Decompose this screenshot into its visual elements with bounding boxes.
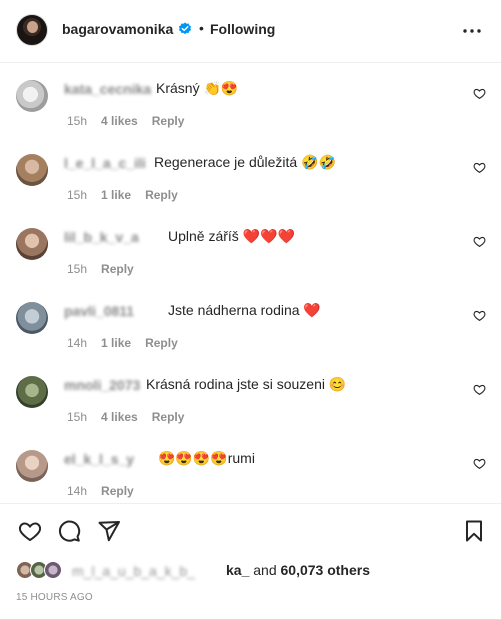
like-comment-heart-icon[interactable] — [473, 235, 486, 248]
commenter-handle[interactable]: el_k_l_s_y — [64, 451, 134, 467]
comment-time: 15h — [67, 262, 88, 276]
save-bookmark-icon[interactable] — [462, 519, 486, 543]
comment-likes[interactable]: 1 like — [101, 188, 131, 202]
author-username[interactable]: bagarovamonika — [62, 21, 173, 37]
comment-item: lil_b_k_v_a Uplně záříš ❤️❤️❤️ 15h Reply — [0, 211, 501, 285]
commenter-avatar[interactable] — [16, 228, 48, 260]
comment-meta: 15h 4 likes Reply — [67, 410, 198, 424]
comment-text: Krásný 👏😍 — [156, 80, 239, 96]
comment-item: pavli_0811 Jste nádherna rodina ❤️ 14h 1 … — [0, 285, 501, 359]
commenter-avatar[interactable] — [16, 80, 48, 112]
liked-by-username[interactable]: ka_ — [226, 562, 249, 578]
liked-by-avatars[interactable] — [16, 561, 68, 579]
author-avatar[interactable] — [16, 14, 48, 46]
following-button[interactable]: Following — [210, 21, 275, 37]
comment-time: 15h — [67, 114, 88, 128]
comment-text: 😍😍😍😍rumi — [158, 450, 255, 466]
post-timestamp[interactable]: 15 HOURS AGO — [16, 592, 93, 603]
verified-badge-icon — [179, 22, 191, 35]
reply-button[interactable]: Reply — [152, 410, 185, 424]
like-heart-icon[interactable] — [18, 519, 42, 543]
comment-meta: 15h 4 likes Reply — [67, 114, 198, 128]
commenter-avatar[interactable] — [16, 154, 48, 186]
comment-time: 15h — [67, 410, 88, 424]
comment-likes[interactable]: 1 like — [101, 336, 131, 350]
commenter-handle[interactable]: l_e_l_a_c_ili — [64, 155, 146, 171]
liker-avatar — [44, 561, 62, 579]
post-comments-panel: bagarovamonika • Following kata_cecnika … — [0, 0, 502, 620]
commenter-avatar[interactable] — [16, 450, 48, 482]
comment-text: Jste nádherna rodina ❤️ — [168, 302, 321, 318]
commenter-avatar[interactable] — [16, 302, 48, 334]
comment-time: 14h — [67, 484, 88, 498]
comment-meta: 14h Reply — [67, 484, 148, 498]
comment-time: 14h — [67, 336, 88, 350]
comment-item: kata_cecnika Krásný 👏😍 15h 4 likes Reply — [0, 63, 501, 137]
comment-bubble-icon[interactable] — [57, 519, 81, 543]
liked-by-text: ka_ and 60,073 others — [226, 562, 370, 578]
comment-time: 15h — [67, 188, 88, 202]
liked-by-and: and — [249, 562, 281, 578]
comment-meta: 15h 1 like Reply — [67, 188, 192, 202]
like-comment-heart-icon[interactable] — [473, 161, 486, 174]
share-send-icon[interactable] — [97, 519, 121, 543]
commenter-handle[interactable]: mnoli_2073 — [64, 377, 140, 393]
comment-meta: 15h Reply — [67, 262, 148, 276]
like-comment-heart-icon[interactable] — [473, 309, 486, 322]
comment-likes[interactable]: 4 likes — [101, 114, 138, 128]
comment-item: mnoli_2073 Krásná rodina jste si souzeni… — [0, 359, 501, 433]
post-header: bagarovamonika • Following — [0, 0, 501, 63]
post-actions: m_l_a_u_b_a_k_b_ ka_ and 60,073 others 1… — [0, 503, 501, 620]
commenter-handle[interactable]: pavli_0811 — [64, 303, 134, 319]
like-comment-heart-icon[interactable] — [473, 87, 486, 100]
like-comment-heart-icon[interactable] — [473, 457, 486, 470]
comment-text: Regenerace je důležitá 🤣🤣 — [154, 154, 336, 170]
comment-likes[interactable]: 4 likes — [101, 410, 138, 424]
comment-text: Uplně záříš ❤️❤️❤️ — [168, 228, 295, 244]
commenter-handle[interactable]: kata_cecnika — [64, 81, 151, 97]
reply-button[interactable]: Reply — [145, 336, 178, 350]
reply-button[interactable]: Reply — [145, 188, 178, 202]
liked-by-summary: m_l_a_u_b_a_k_b_ ka_ and 60,073 others — [16, 559, 486, 581]
like-comment-heart-icon[interactable] — [473, 383, 486, 396]
liked-by-count[interactable]: 60,073 others — [281, 562, 371, 578]
comment-item: l_e_l_a_c_ili Regenerace je důležitá 🤣🤣 … — [0, 137, 501, 211]
reply-button[interactable]: Reply — [101, 484, 134, 498]
commenter-avatar[interactable] — [16, 376, 48, 408]
commenter-handle[interactable]: lil_b_k_v_a — [64, 229, 139, 245]
reply-button[interactable]: Reply — [152, 114, 185, 128]
header-separator: • — [199, 20, 204, 36]
comment-item: el_k_l_s_y 😍😍😍😍rumi 14h Reply — [0, 433, 501, 507]
comment-text: Krásná rodina jste si souzeni 😊 — [146, 376, 347, 392]
reply-button[interactable]: Reply — [101, 262, 134, 276]
liked-by-blurred-names: m_l_a_u_b_a_k_b_ — [72, 563, 195, 579]
more-options-icon[interactable] — [461, 20, 483, 42]
comment-meta: 14h 1 like Reply — [67, 336, 192, 350]
